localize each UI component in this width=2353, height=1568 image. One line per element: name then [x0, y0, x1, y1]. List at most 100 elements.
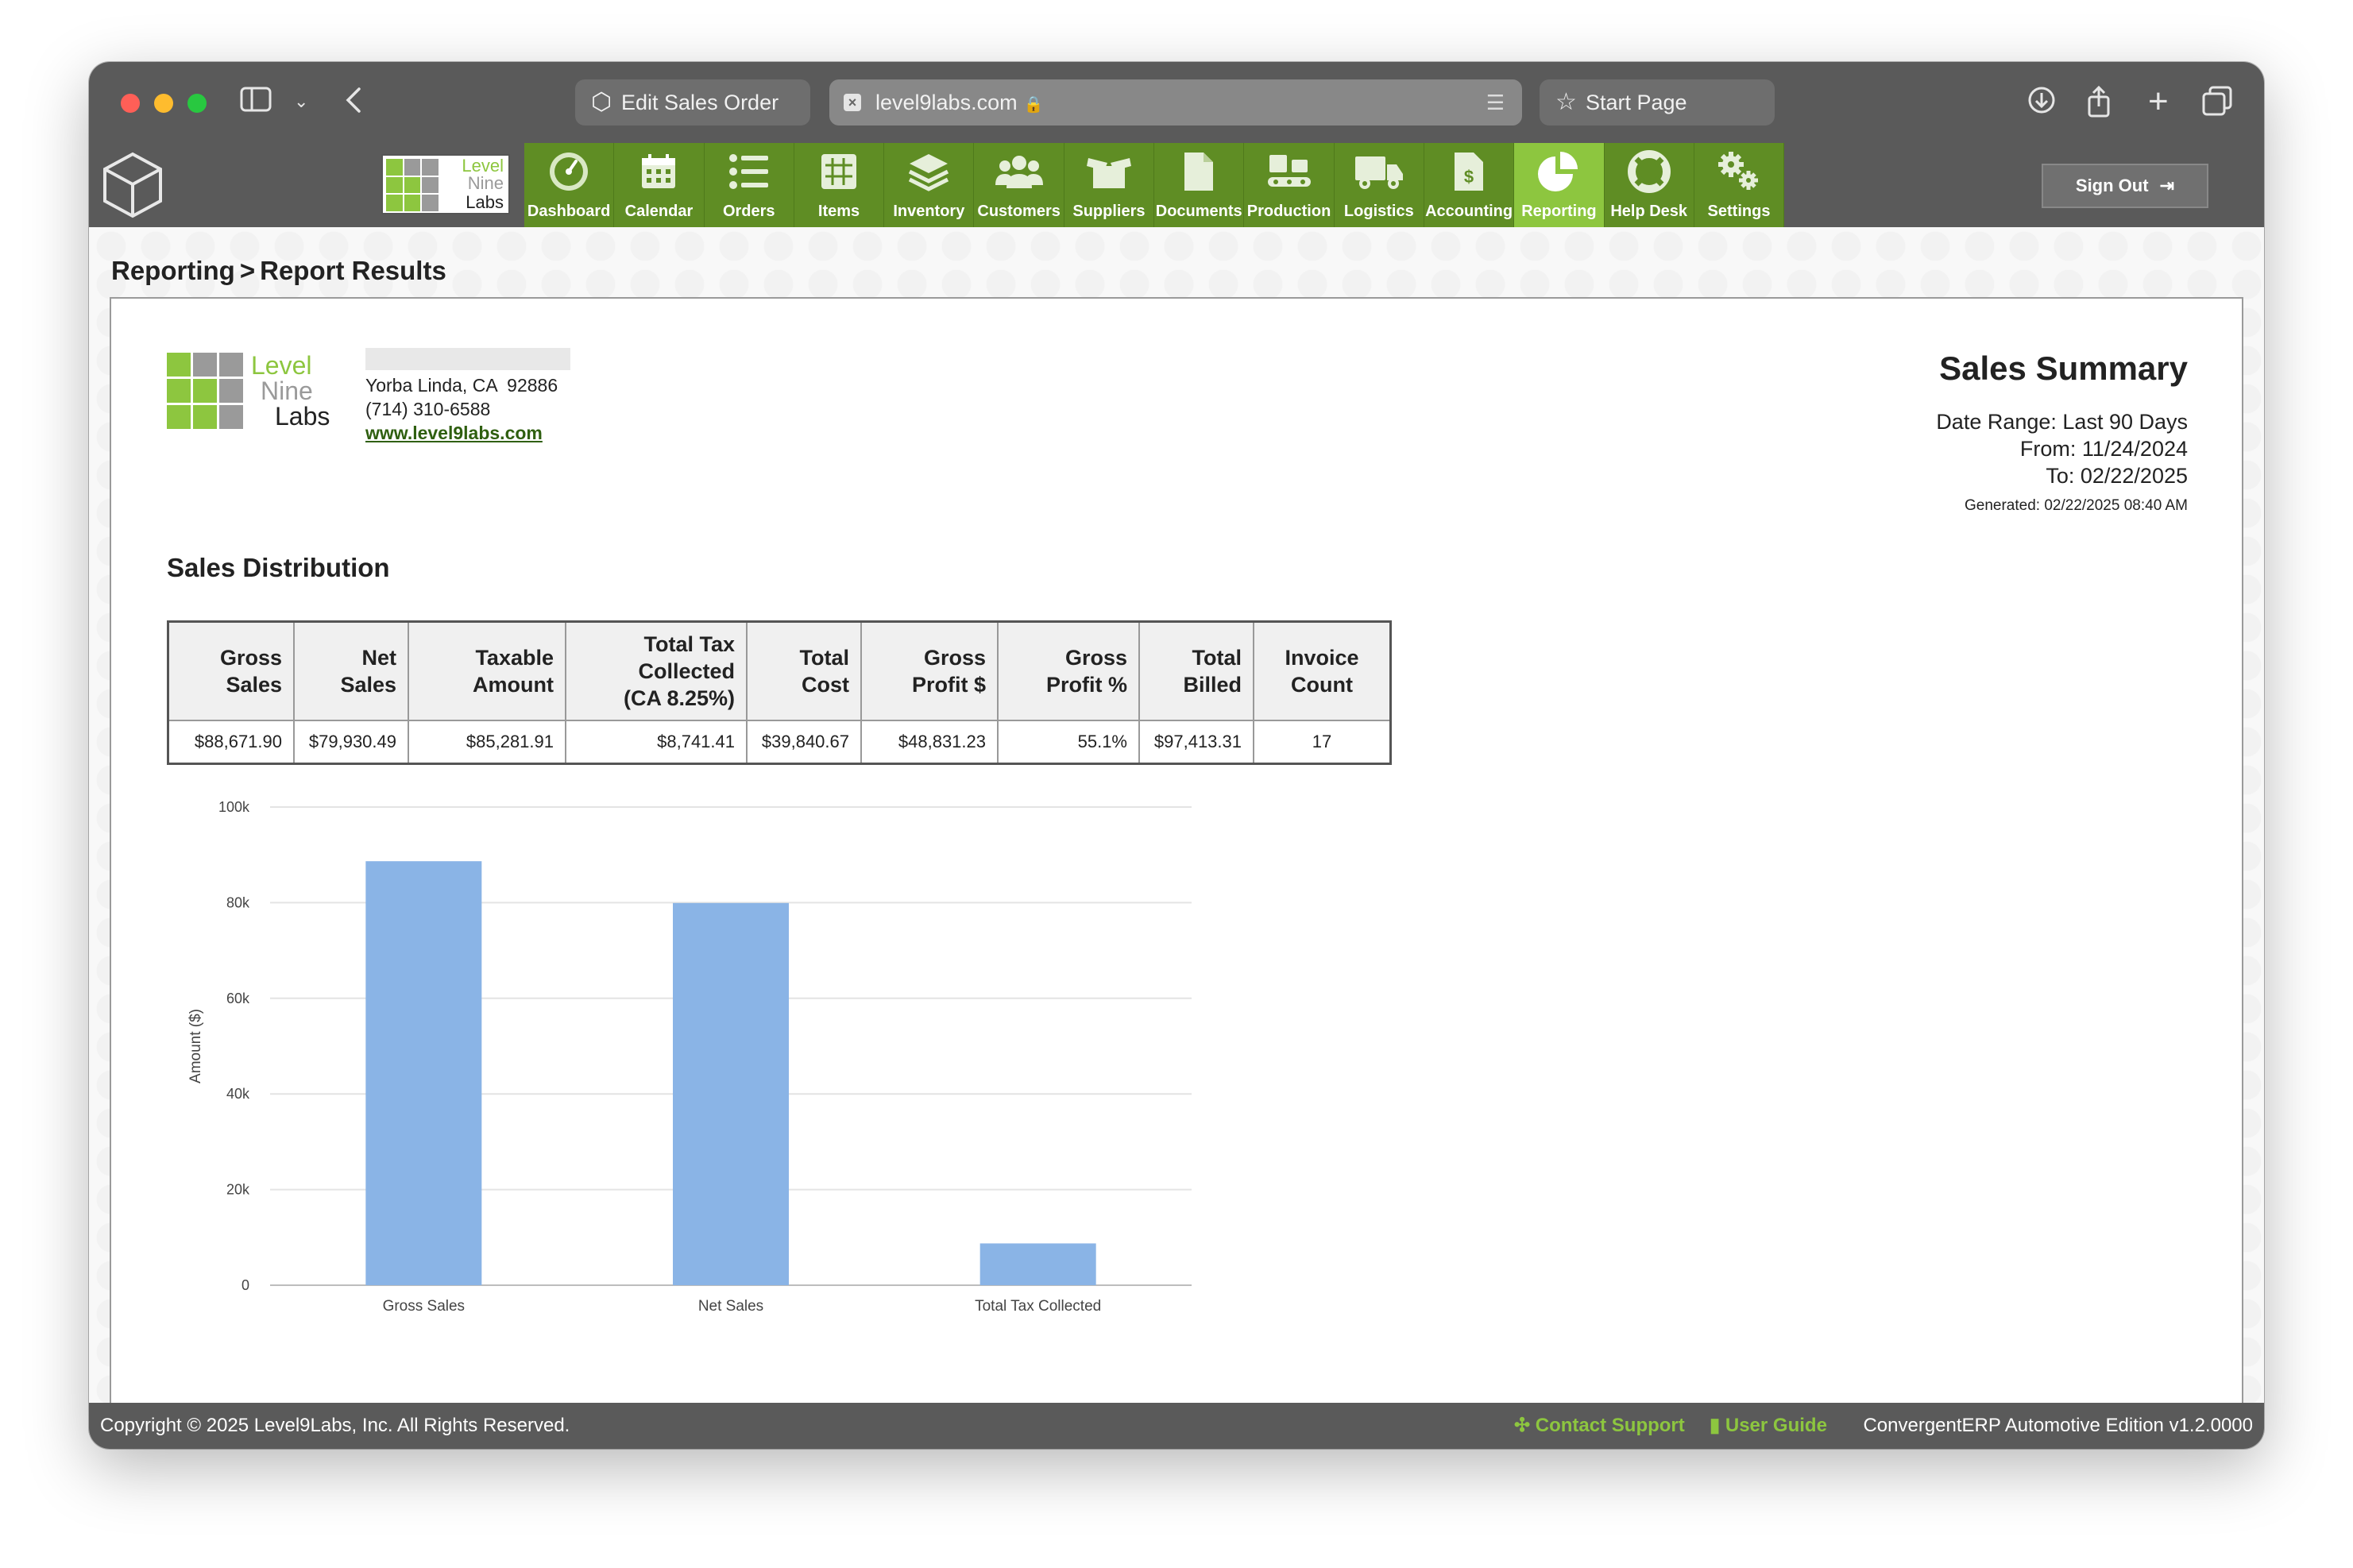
lifebuoy-icon	[1605, 148, 1694, 195]
back-arrow-icon[interactable]	[345, 86, 362, 122]
bar-gross-sales	[365, 861, 482, 1285]
cell-gross-sales: $88,671.90	[167, 720, 295, 765]
sign-out-icon: ⇥	[2159, 176, 2175, 195]
user-guide-link[interactable]: ▮ User Guide	[1710, 1403, 1827, 1449]
col-gross-profit-percent: Gross Profit %	[997, 620, 1140, 721]
book-icon: ▮	[1710, 1415, 1725, 1436]
level-nine-labs-logo[interactable]: Level Nine Labs	[381, 154, 510, 214]
nav-logistics[interactable]: Logistics	[1334, 143, 1424, 227]
x-tick-label: Gross Sales	[383, 1298, 465, 1315]
truck-icon	[1335, 148, 1424, 195]
col-gross-profit-dollars: Gross Profit $	[860, 620, 999, 721]
nav-inventory[interactable]: Inventory	[884, 143, 975, 227]
breadcrumb-reporting-link[interactable]: Reporting	[111, 256, 235, 285]
app-footer: Copyright © 2025 Level9Labs, Inc. All Ri…	[89, 1403, 2264, 1449]
content-area: Reporting > Report Results Level Nine Labs…	[89, 227, 2264, 1417]
table-header-row: Gross Sales Net Sales Taxable Amount Total …	[167, 620, 1392, 721]
y-tick-label: 60k	[226, 991, 250, 1006]
reader-mode-icon[interactable]: ☰	[1486, 79, 1505, 126]
nav-production[interactable]: Production	[1244, 143, 1335, 227]
company-address-block: Yorba Linda, CA 92886 (714) 310-6588 www…	[365, 348, 570, 445]
col-taxable-amount: Taxable Amount	[408, 620, 566, 721]
support-icon: ✣	[1514, 1415, 1536, 1436]
breadcrumb-separator: >	[239, 256, 256, 285]
close-window-button[interactable]	[121, 94, 140, 113]
box-icon	[1064, 148, 1153, 195]
cell-gross-profit-percent: 55.1%	[997, 720, 1140, 765]
cell-total-billed: $97,413.31	[1138, 720, 1254, 765]
col-invoice-count: Invoice Count	[1253, 620, 1392, 721]
main-nav: Dashboard Calendar Orders Items Inventor…	[524, 143, 1785, 227]
svg-text:$: $	[1464, 167, 1474, 187]
star-icon: ☆	[1555, 89, 1577, 115]
tab-edit-sales-order[interactable]: ⬡ Edit Sales Order	[575, 79, 810, 126]
invoice-dollar-icon: $	[1424, 148, 1513, 195]
logo-word-labs: Labs	[466, 192, 504, 212]
logo-grid-icon	[167, 353, 243, 429]
logo-word-labs: Labs	[275, 402, 330, 431]
sales-distribution-bar-chart: 0 20k 40k 60k 80k 100k Amount ($) Gross Sales Ne…	[187, 799, 1192, 1315]
chevron-down-icon[interactable]: ⌄	[294, 86, 308, 118]
cell-taxable-amount: $85,281.91	[408, 720, 566, 765]
cell-net-sales: $79,930.49	[293, 720, 409, 765]
col-gross-sales: Gross Sales	[167, 620, 295, 721]
company-website-link[interactable]: www.level9labs.com	[365, 423, 543, 443]
people-icon	[974, 148, 1063, 195]
app-header: Level Nine Labs Dashboard Calendar Order…	[89, 143, 2264, 227]
y-tick-label: 40k	[226, 1086, 250, 1102]
zoom-window-button[interactable]	[187, 94, 207, 113]
nav-help-desk[interactable]: Help Desk	[1604, 143, 1694, 227]
sign-out-button[interactable]: Sign Out ⇥	[2042, 164, 2208, 208]
sidebar-toggle-icon[interactable]	[240, 86, 272, 120]
nav-customers[interactable]: Customers	[974, 143, 1064, 227]
section-title-sales-distribution: Sales Distribution	[167, 553, 390, 582]
pie-chart-icon	[1514, 148, 1603, 195]
report-date-range: Date Range: Last 90 Days	[1936, 410, 2188, 434]
company-city-line: Yorba Linda, CA 92886	[365, 375, 558, 396]
minimize-window-button[interactable]	[154, 94, 173, 113]
cell-total-cost: $39,840.67	[746, 720, 862, 765]
report-from-date: From: 11/24/2024	[2019, 437, 2188, 461]
nav-settings[interactable]: Settings	[1694, 143, 1785, 227]
nav-reporting[interactable]: Reporting	[1514, 143, 1605, 227]
tab-start-page[interactable]: ☆ Start Page	[1540, 79, 1775, 126]
tab-level9labs-address-bar[interactable]: × level9labs.com 🔒 ☰	[829, 79, 1522, 126]
nav-calendar[interactable]: Calendar	[614, 143, 705, 227]
report-company-logo: Level Nine Labs	[167, 353, 334, 432]
gears-icon	[1694, 148, 1783, 195]
logo-word-nine: Nine	[261, 377, 313, 405]
app-cube-logo-icon[interactable]	[97, 149, 168, 221]
x-tick-label: Total Tax Collected	[975, 1298, 1101, 1315]
share-icon[interactable]	[2086, 85, 2112, 125]
new-tab-plus-icon[interactable]: +	[2148, 84, 2169, 119]
y-tick-label: 20k	[226, 1182, 250, 1198]
report-sheet: Level Nine Labs Yorba Linda, CA 92886 (7…	[110, 297, 2243, 1417]
document-icon	[1154, 148, 1243, 195]
copyright-text: Copyright © 2025 Level9Labs, Inc. All Ri…	[100, 1415, 570, 1436]
cell-total-tax-collected: $8,741.41	[565, 720, 748, 765]
nav-items[interactable]: Items	[794, 143, 885, 227]
nav-accounting[interactable]: $ Accounting	[1424, 143, 1515, 227]
nav-orders[interactable]: Orders	[704, 143, 794, 227]
grid-icon	[794, 148, 883, 195]
y-tick-label: 100k	[218, 799, 250, 815]
x-tick-label: Net Sales	[698, 1298, 763, 1315]
report-title: Sales Summary	[1939, 350, 2188, 387]
report-header: Sales Summary Date Range: Last 90 Days F…	[1936, 350, 2188, 515]
nav-documents[interactable]: Documents	[1154, 143, 1245, 227]
nav-dashboard[interactable]: Dashboard	[524, 143, 615, 227]
browser-toolbar: ⌄ ⬡ Edit Sales Order × level9labs.com 🔒 ☰…	[89, 62, 2264, 143]
breadcrumb-current: Report Results	[260, 256, 446, 285]
tab-overview-icon[interactable]	[2202, 86, 2232, 123]
table-row: $88,671.90 $79,930.49 $85,281.91 $8,741.…	[167, 720, 1392, 765]
nav-suppliers[interactable]: Suppliers	[1064, 143, 1155, 227]
downloads-icon[interactable]	[2027, 86, 2056, 122]
contact-support-link[interactable]: ✣ Contact Support	[1514, 1403, 1685, 1449]
cell-invoice-count: 17	[1253, 720, 1392, 765]
bar-net-sales	[673, 902, 789, 1285]
logo-word-level: Level	[251, 351, 312, 380]
bar-total-tax-collected	[979, 1243, 1096, 1285]
y-tick-label: 80k	[226, 894, 250, 910]
col-total-tax-collected: Total Tax Collected (CA 8.25%)	[565, 620, 748, 721]
lock-icon: 🔒	[1023, 96, 1044, 114]
